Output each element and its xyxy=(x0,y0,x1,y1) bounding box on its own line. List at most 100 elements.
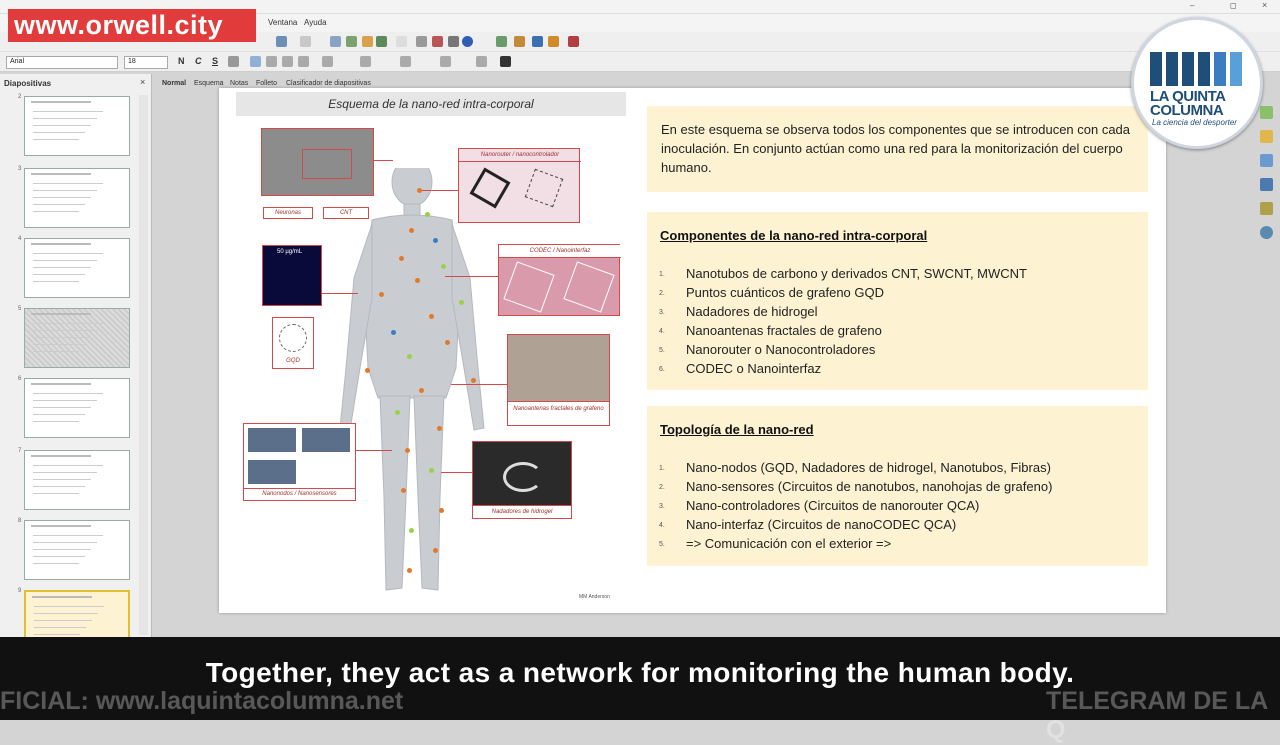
panel-close-icon[interactable]: × xyxy=(140,77,145,87)
slide-number: 9 xyxy=(18,588,22,594)
gallery-icon[interactable] xyxy=(1260,154,1273,167)
label-codec: CODEC / Nanointerfaz xyxy=(499,245,621,258)
transition-icon[interactable] xyxy=(1260,226,1273,239)
tab-esquema[interactable]: Esquema xyxy=(194,80,224,87)
navigator-side-icon[interactable] xyxy=(1260,178,1273,191)
intro-box: En este esquema se observa todos los com… xyxy=(647,106,1148,192)
help-icon[interactable] xyxy=(462,36,473,47)
justify-icon[interactable] xyxy=(298,56,309,67)
slide-thumbnail[interactable] xyxy=(24,96,130,156)
close-icon[interactable]: × xyxy=(1262,0,1267,10)
italic-button[interactable]: C xyxy=(195,56,202,66)
align-center-icon[interactable] xyxy=(266,56,277,67)
label-cnt: CNT xyxy=(323,207,369,219)
properties-icon[interactable] xyxy=(1260,106,1273,119)
slide-thumbnail[interactable] xyxy=(24,238,130,298)
nano-particle-dot xyxy=(433,238,438,243)
table-icon[interactable] xyxy=(330,36,341,47)
slide-number: 3 xyxy=(18,166,22,172)
nano-particle-dot xyxy=(425,212,430,217)
styles-icon[interactable] xyxy=(1260,130,1273,143)
redo-icon[interactable] xyxy=(300,36,311,47)
chart-icon[interactable] xyxy=(346,36,357,47)
bold-button[interactable]: N xyxy=(178,56,185,66)
ticker-right: TELEGRAM DE LA Q xyxy=(1046,687,1268,744)
list-item: 6. CODEC o Nanointerfaz xyxy=(659,361,822,376)
draw-icon[interactable] xyxy=(416,36,427,47)
slide-thumbnail[interactable] xyxy=(24,590,130,642)
panel-scrollbar[interactable] xyxy=(139,95,148,635)
maximize-icon[interactable]: ◻ xyxy=(1230,1,1237,10)
connector-line xyxy=(445,276,498,277)
animation-icon[interactable] xyxy=(1260,202,1273,215)
spacing-icon[interactable] xyxy=(400,56,411,67)
align-right-icon[interactable] xyxy=(282,56,293,67)
underline-button[interactable]: S xyxy=(212,56,218,66)
layout-icon[interactable] xyxy=(514,36,525,47)
nano-particle-dot xyxy=(439,508,444,513)
nano-particle-dot xyxy=(437,426,442,431)
slide-canvas[interactable]: Esquema de la nano-red intra-corporal Ne… xyxy=(219,88,1166,613)
grid-icon[interactable] xyxy=(496,36,507,47)
font-color-icon[interactable] xyxy=(500,56,511,67)
slide-icon[interactable] xyxy=(532,36,543,47)
list-item: 4. Nanoantenas fractales de grafeno xyxy=(659,323,882,338)
zoom-icon[interactable] xyxy=(432,36,443,47)
slide-number: 7 xyxy=(18,448,22,454)
present-icon[interactable] xyxy=(548,36,559,47)
connector-line xyxy=(374,160,393,161)
slide-thumbnail[interactable] xyxy=(24,378,130,438)
slide-thumbnail[interactable] xyxy=(24,450,130,510)
close-doc-icon[interactable] xyxy=(568,36,579,47)
connector-line xyxy=(451,384,507,385)
nano-particle-dot xyxy=(401,488,406,493)
scheme-title: Esquema de la nano-red intra-corporal xyxy=(236,92,626,116)
connector-line xyxy=(322,293,358,294)
logo-text-line2: COLUMNA xyxy=(1150,102,1224,119)
bullets-icon[interactable] xyxy=(322,56,333,67)
font-size-select[interactable]: 18 xyxy=(124,56,168,69)
shadow-icon[interactable] xyxy=(228,56,239,67)
slide-number: 2 xyxy=(18,94,22,100)
connector-line xyxy=(356,450,392,451)
logo-tagline: La ciencia del desporter xyxy=(1152,118,1237,127)
topology-title: Topología de la nano-red xyxy=(660,422,814,437)
paragraph-icon[interactable] xyxy=(440,56,451,67)
nanoantenna-image: Nanoantenas fractales de grafeno xyxy=(507,334,610,426)
nano-particle-dot xyxy=(417,188,422,193)
nano-particle-dot xyxy=(395,410,400,415)
label-gqd: GQD xyxy=(286,358,300,364)
nanonodes-image: Nanonodos / Nanosensores xyxy=(243,423,356,501)
list-item: 2. Nano-sensores (Circuitos de nanotubos,… xyxy=(659,479,1053,494)
minimize-icon[interactable]: – xyxy=(1190,1,1194,10)
image-icon[interactable] xyxy=(362,36,373,47)
font-name-select[interactable]: Arial xyxy=(6,56,118,69)
nano-particle-dot xyxy=(391,330,396,335)
tab-notas[interactable]: Notas xyxy=(230,80,248,87)
slide-thumbnail[interactable] xyxy=(24,520,130,580)
brand-watermark: www.orwell.city xyxy=(8,9,256,42)
slide-thumbnail[interactable] xyxy=(24,168,130,228)
navigator-icon[interactable] xyxy=(448,36,459,47)
list-item: 2. Puntos cuánticos de grafeno GQD xyxy=(659,285,885,300)
indent-icon[interactable] xyxy=(360,56,371,67)
frame-icon[interactable] xyxy=(396,36,407,47)
nano-particle-dot xyxy=(429,314,434,319)
list-item: 4. Nano-interfaz (Circuitos de nanoCODEC … xyxy=(659,517,957,532)
slide-thumbnail[interactable] xyxy=(24,308,130,368)
gqd-structure-image: GQD xyxy=(272,317,314,369)
menu-ayuda[interactable]: Ayuda xyxy=(304,18,327,27)
globe-icon[interactable] xyxy=(376,36,387,47)
list-item: 3. Nano-controladores (Circuitos de nanor… xyxy=(659,498,980,513)
tab-folleto[interactable]: Folleto xyxy=(256,80,277,87)
menu-ventana[interactable]: Ventana xyxy=(268,18,297,27)
tab-normal[interactable]: Normal xyxy=(162,80,186,87)
tab-clasificador[interactable]: Clasificador de diapositivas xyxy=(286,80,371,87)
nano-particle-dot xyxy=(459,300,464,305)
nano-particle-dot xyxy=(407,568,412,573)
align-left-icon[interactable] xyxy=(250,56,261,67)
undo-icon[interactable] xyxy=(276,36,287,47)
neuron-image xyxy=(261,128,374,196)
hydrogel-swimmers-image: Nadadores de hidrogel xyxy=(472,441,572,519)
character-icon[interactable] xyxy=(476,56,487,67)
